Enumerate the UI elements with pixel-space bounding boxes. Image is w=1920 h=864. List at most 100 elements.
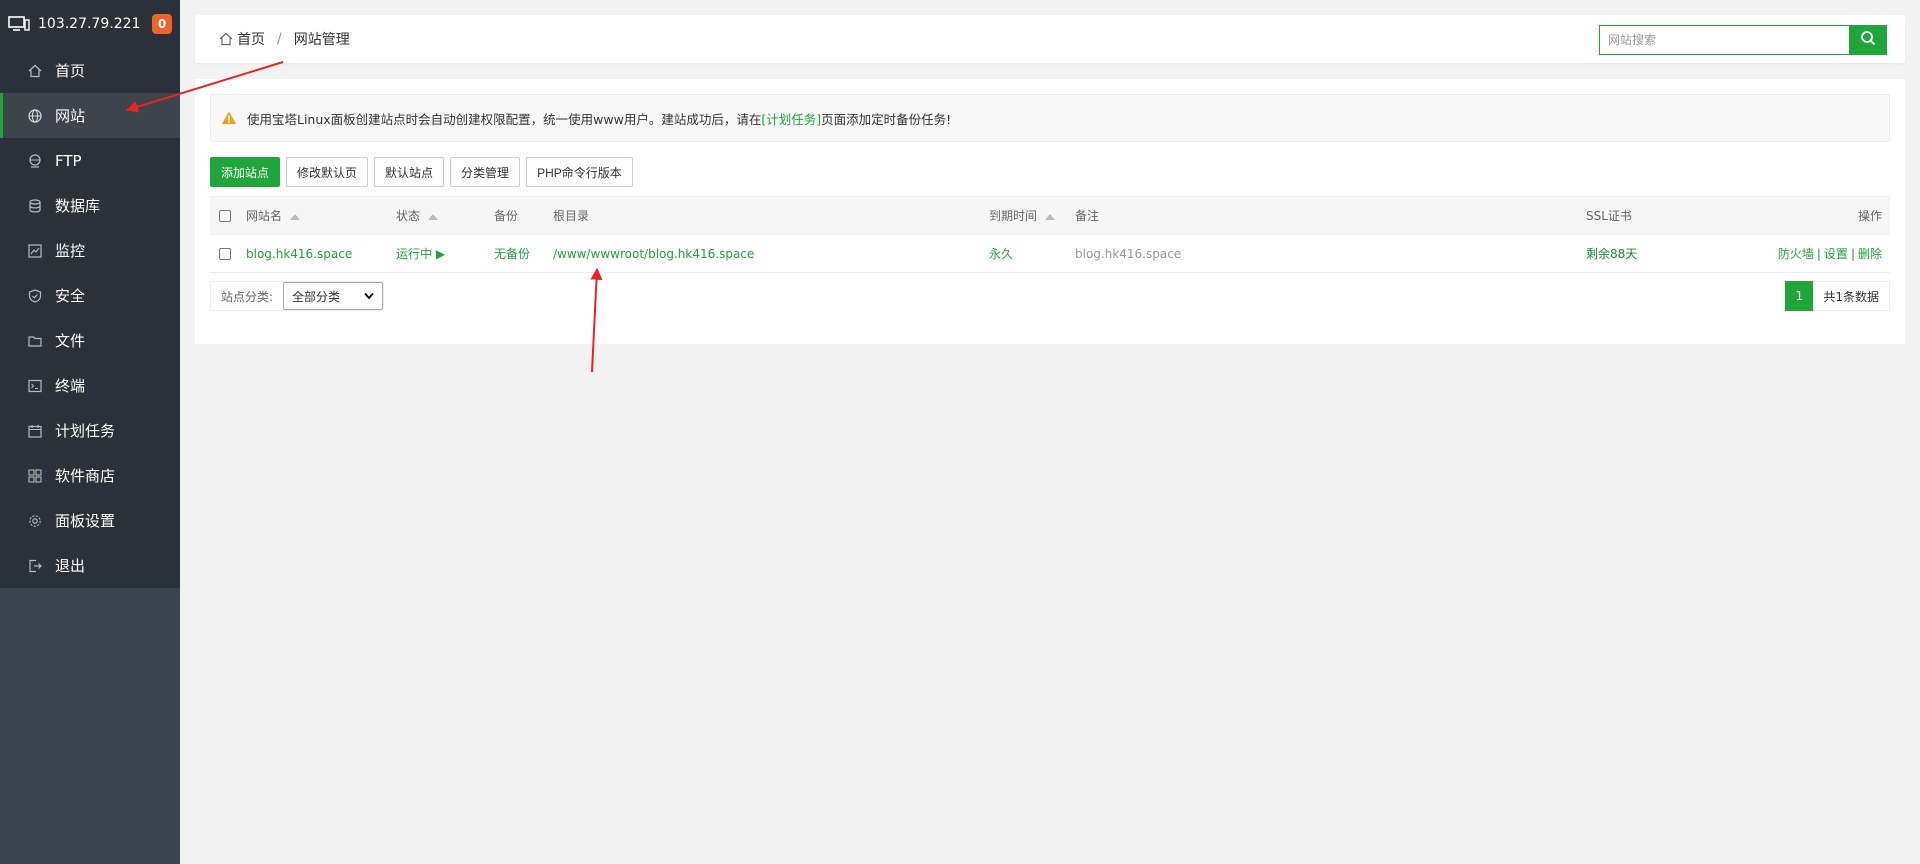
category-selected-value: 全部分类 [292,289,341,304]
sidebar-item-monitor[interactable]: 监控 [0,228,180,273]
settings-link[interactable]: 设置 [1824,247,1848,261]
search-box [1599,25,1887,55]
apps-grid-icon [27,468,43,484]
sidebar: 103.27.79.221 0 首页 网站 FTP 数据库 监控 安全 文件 终… [0,0,180,864]
breadcrumb-separator: / [277,31,282,47]
page-current[interactable]: 1 [1785,281,1814,311]
breadcrumb-home[interactable]: 首页 [237,29,265,49]
logout-icon [27,558,43,574]
sidebar-item-label: 安全 [55,287,86,305]
sidebar-item-label: 终端 [55,377,86,395]
sidebar-header: 103.27.79.221 0 [0,0,180,48]
col-header-ops: 操作 [1732,196,1890,235]
site-ssl-status[interactable]: 剩余88天 [1582,234,1732,273]
sort-arrow-icon [290,213,301,220]
col-header-name[interactable]: 网站名 [242,196,392,235]
notice-text-before: 使用宝塔Linux面板创建站点时会自动创建权限配置，统一使用www用户。建站成功… [247,111,762,127]
col-header-backup: 备份 [490,196,549,235]
search-input[interactable] [1599,25,1849,55]
sidebar-menu: 103.27.79.221 0 首页 网站 FTP 数据库 监控 安全 文件 终… [0,0,180,588]
gear-icon [27,513,43,529]
sort-arrow-icon [1045,213,1056,220]
col-header-label: 到期时间 [989,209,1038,223]
terminal-icon [27,378,43,394]
firewall-link[interactable]: 防火墙 [1778,247,1814,261]
category-manage-button[interactable]: 分类管理 [450,157,521,187]
monitor-icon [8,16,30,32]
database-icon [27,198,43,214]
table-footer: 站点分类: 全部分类 1 共1条数据 [210,281,1890,311]
ftp-icon [27,153,43,169]
col-header-remark: 备注 [1071,196,1582,235]
col-header-label: 网站名 [246,209,283,223]
delete-link[interactable]: 删除 [1858,247,1882,261]
notification-badge[interactable]: 0 [152,14,172,34]
sidebar-item-label: 面板设置 [55,512,116,530]
sidebar-item-files[interactable]: 文件 [0,318,180,363]
home-icon[interactable] [219,32,233,46]
search-button[interactable] [1849,25,1887,55]
pagination: 1 共1条数据 [1784,281,1890,311]
search-icon [1860,30,1876,50]
warning-icon [221,110,237,126]
sidebar-item-label: FTP [55,151,82,170]
site-backup-link[interactable]: 无备份 [490,234,549,273]
monitor-chart-icon [27,243,43,259]
breadcrumb-current: 网站管理 [293,32,350,48]
notice-text-after: 页面添加定时备份任务! [821,111,952,127]
shield-icon [27,288,43,304]
sort-arrow-icon [428,213,439,220]
action-separator: | [1816,247,1821,261]
site-name-link[interactable]: blog.hk416.space [242,234,392,273]
folder-icon [27,333,43,349]
category-filter: 站点分类: 全部分类 [210,281,385,311]
sidebar-item-label: 网站 [55,107,86,125]
table-header-row: 网站名 状态 备份 根目录 到期时间 备注 SSL证书 操作 [210,196,1890,235]
col-header-expire[interactable]: 到期时间 [985,196,1071,235]
sidebar-item-website[interactable]: 网站 [0,93,180,138]
sidebar-item-label: 文件 [55,332,86,350]
sidebar-item-security[interactable]: 安全 [0,273,180,318]
php-cli-version-button[interactable]: PHP命令行版本 [526,157,633,187]
sidebar-item-ftp[interactable]: FTP [0,138,180,183]
breadcrumb: 首页 / 网站管理 [219,29,350,49]
table-row: blog.hk416.space 运行中 ▶ 无备份 /www/wwwroot/… [210,234,1890,273]
site-root-link[interactable]: /www/wwwroot/blog.hk416.space [549,234,985,273]
notice-cron-link[interactable]: [计划任务] [761,109,821,128]
sidebar-item-label: 监控 [55,242,86,260]
row-checkbox[interactable] [219,248,231,260]
server-ip: 103.27.79.221 [38,16,141,32]
edit-default-page-button[interactable]: 修改默认页 [286,157,369,187]
site-status-toggle[interactable]: 运行中 ▶ [392,234,490,273]
select-all-checkbox[interactable] [219,210,231,222]
sidebar-item-database[interactable]: 数据库 [0,183,180,228]
sidebar-item-app-store[interactable]: 软件商店 [0,453,180,498]
site-expire-link[interactable]: 永久 [985,234,1071,273]
sidebar-item-label: 退出 [55,557,86,575]
sidebar-item-label: 首页 [55,62,86,80]
category-select[interactable]: 全部分类 [283,282,384,310]
sidebar-item-home[interactable]: 首页 [0,48,180,93]
sidebar-item-logout[interactable]: 退出 [0,543,180,588]
top-bar: 首页 / 网站管理 [195,15,1905,63]
sidebar-item-cron[interactable]: 计划任务 [0,408,180,453]
col-header-status[interactable]: 状态 [392,196,490,235]
home-icon [27,63,43,79]
sidebar-item-terminal[interactable]: 终端 [0,363,180,408]
default-site-button[interactable]: 默认站点 [374,157,445,187]
toolbar: 添加站点 修改默认页 默认站点 分类管理 PHP命令行版本 [210,157,1890,187]
sidebar-item-label: 计划任务 [55,422,116,440]
globe-icon [27,108,43,124]
row-actions: 防火墙 | 设置 | 删除 [1732,234,1890,273]
page-total: 共1条数据 [1823,289,1879,304]
col-header-root: 根目录 [549,196,985,235]
site-remark[interactable]: blog.hk416.space [1071,234,1582,273]
col-header-label: 状态 [396,209,421,223]
sidebar-item-panel-settings[interactable]: 面板设置 [0,498,180,543]
notice-bar: 使用宝塔Linux面板创建站点时会自动创建权限配置，统一使用www用户。建站成功… [210,94,1890,142]
sidebar-item-label: 数据库 [55,197,101,215]
add-site-button[interactable]: 添加站点 [210,157,281,187]
col-header-ssl: SSL证书 [1582,196,1732,235]
sidebar-item-label: 软件商店 [55,467,116,485]
content-panel: 使用宝塔Linux面板创建站点时会自动创建权限配置，统一使用www用户。建站成功… [195,79,1905,344]
